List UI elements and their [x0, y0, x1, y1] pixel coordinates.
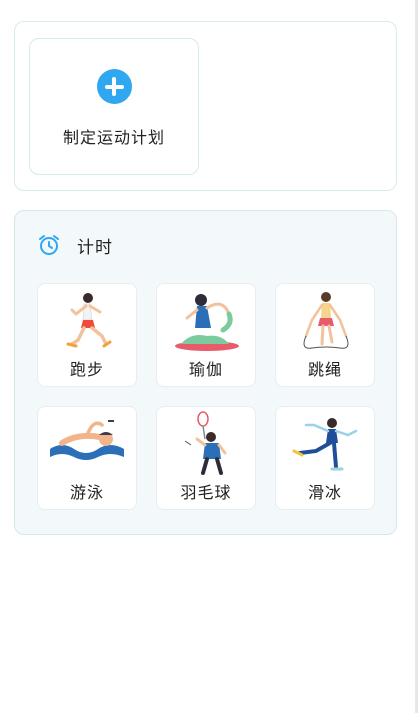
- running-icon: [66, 293, 112, 348]
- badminton-icon: [184, 411, 227, 475]
- create-plan-label: 制定运动计划: [62, 128, 165, 147]
- activity-tile-yoga[interactable]: 瑜伽: [156, 283, 256, 387]
- jump-rope-icon: [303, 292, 349, 349]
- plus-circle-icon: [96, 69, 132, 104]
- activity-label: 跳绳: [307, 360, 342, 379]
- alarm-clock-icon: [39, 235, 59, 255]
- activity-label: 游泳: [69, 483, 104, 502]
- timer-header: 计时: [37, 233, 113, 258]
- activity-label: 瑜伽: [188, 360, 223, 379]
- activity-label: 跑步: [69, 360, 104, 379]
- swimming-icon: [50, 420, 124, 460]
- activity-grid: 跑步 瑜伽 跳绳 游泳 羽毛球 滑冰: [37, 283, 375, 510]
- activity-tile-jump-rope[interactable]: 跳绳: [275, 283, 375, 387]
- timer-section: 计时 跑步 瑜伽 跳绳 游泳 羽毛球 滑冰: [14, 210, 397, 535]
- activity-tile-skating[interactable]: 滑冰: [275, 406, 375, 510]
- skating-icon: [292, 418, 358, 471]
- activity-tile-swimming[interactable]: 游泳: [37, 406, 137, 510]
- activity-tile-running[interactable]: 跑步: [37, 283, 137, 387]
- plan-section: 制定运动计划: [14, 21, 397, 191]
- create-plan-button[interactable]: 制定运动计划: [29, 38, 199, 175]
- activity-tile-badminton[interactable]: 羽毛球: [156, 406, 256, 510]
- activity-label: 羽毛球: [180, 483, 232, 502]
- timer-title: 计时: [77, 237, 113, 258]
- yoga-icon: [175, 294, 239, 351]
- activity-label: 滑冰: [307, 483, 342, 502]
